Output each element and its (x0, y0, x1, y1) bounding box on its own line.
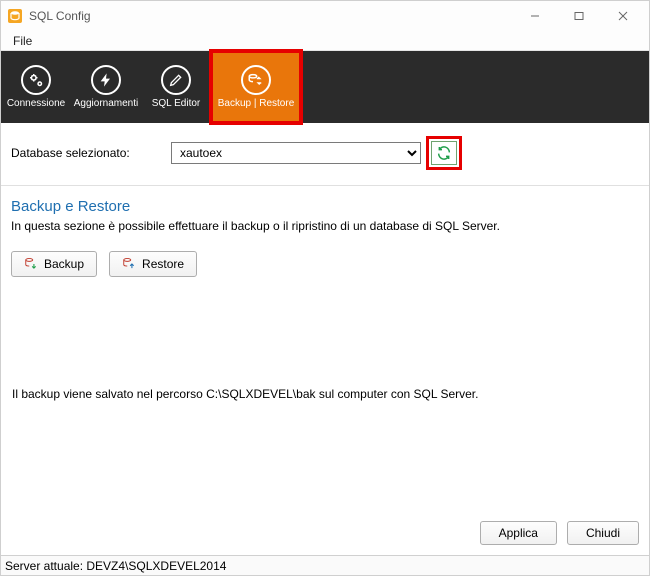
tool-sql-editor[interactable]: SQL Editor (141, 51, 211, 123)
tool-label: SQL Editor (150, 99, 203, 109)
button-row: Backup Restore (11, 251, 639, 277)
refresh-button[interactable] (431, 141, 457, 165)
backup-button-label: Backup (44, 257, 84, 271)
tool-aggiornamenti[interactable]: Aggiornamenti (71, 51, 141, 123)
footer-buttons: Applica Chiudi (1, 515, 649, 555)
restore-button-label: Restore (142, 257, 184, 271)
statusbar-text: Server attuale: DEVZ4\SQLXDEVEL2014 (5, 559, 226, 573)
statusbar: Server attuale: DEVZ4\SQLXDEVEL2014 (1, 555, 649, 575)
app-icon (7, 8, 23, 24)
titlebar: SQL Config (1, 1, 649, 31)
database-up-icon (122, 257, 136, 271)
backup-button[interactable]: Backup (11, 251, 97, 277)
content: Backup e Restore In questa sezione è pos… (1, 186, 649, 515)
tool-label: Backup | Restore (216, 99, 297, 109)
window: SQL Config File Connessione (0, 0, 650, 576)
tool-label: Connessione (5, 99, 67, 109)
database-swap-icon (241, 65, 271, 95)
menubar: File (1, 31, 649, 51)
window-title: SQL Config (29, 9, 91, 23)
menu-file[interactable]: File (7, 33, 38, 49)
restore-button[interactable]: Restore (109, 251, 197, 277)
backup-path-info: Il backup viene salvato nel percorso C:\… (11, 387, 639, 401)
maximize-button[interactable] (557, 2, 601, 30)
database-selector-row: Database selezionato: xautoex (1, 123, 649, 186)
section-desc: In questa sezione è possibile effettuare… (11, 219, 639, 233)
minimize-button[interactable] (513, 2, 557, 30)
toolbar: Connessione Aggiornamenti SQL Editor Bac… (1, 51, 649, 123)
tool-connessione[interactable]: Connessione (1, 51, 71, 123)
section-title: Backup e Restore (11, 198, 639, 215)
applica-button[interactable]: Applica (480, 521, 557, 545)
gears-icon (21, 65, 51, 95)
database-select[interactable]: xautoex (171, 142, 421, 164)
close-button[interactable] (601, 2, 645, 30)
lightning-icon (91, 65, 121, 95)
tool-backup-restore[interactable]: Backup | Restore (211, 51, 301, 123)
database-label: Database selezionato: (11, 146, 161, 160)
chiudi-button[interactable]: Chiudi (567, 521, 639, 545)
database-down-icon (24, 257, 38, 271)
pencil-icon (161, 65, 191, 95)
tool-label: Aggiornamenti (72, 99, 140, 109)
refresh-icon (436, 145, 452, 161)
